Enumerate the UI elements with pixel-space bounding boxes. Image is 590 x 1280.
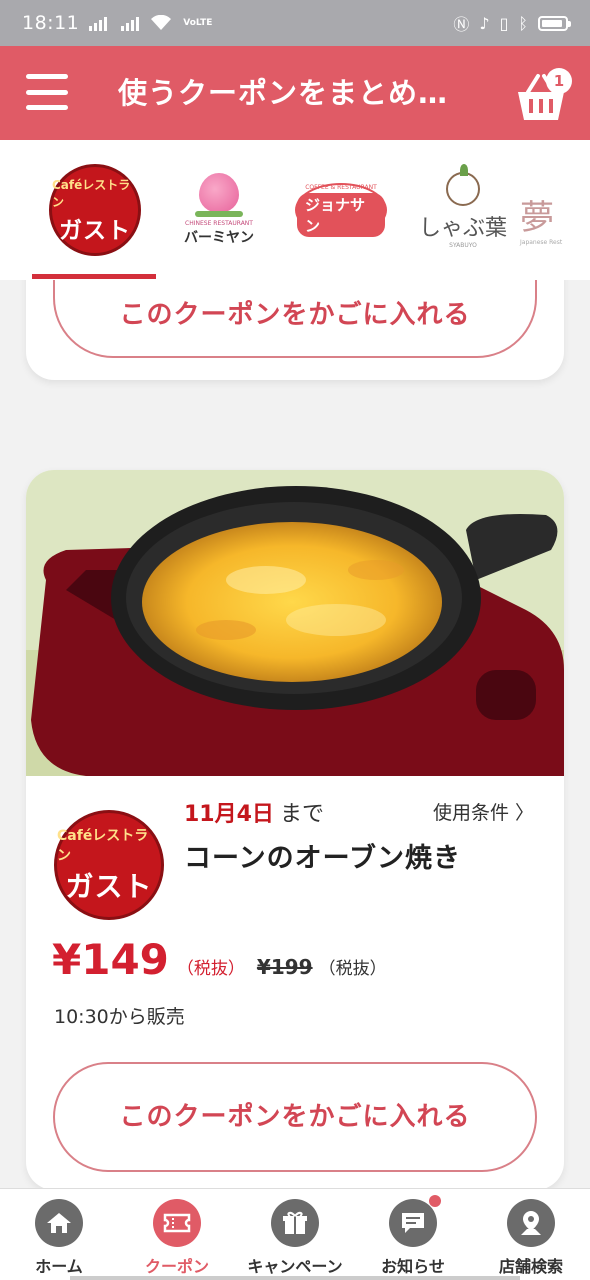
nav-label: お知らせ [381, 1257, 445, 1276]
brand-tab-yumeya[interactable]: 夢 Japanese Rest [520, 140, 590, 280]
status-right-icons: Ⓝ ♪ ▯ ᛒ [453, 11, 571, 35]
coupon-item-name: コーンのオーブン焼き [184, 843, 462, 874]
brand-name: 夢 [520, 198, 554, 238]
brand-sub-label: CHINESE RESTAURANT [185, 220, 253, 227]
nav-store-search[interactable]: 店舗検索 [472, 1189, 590, 1280]
map-pin-icon [507, 1199, 555, 1247]
coupon-food-image [26, 470, 564, 776]
brand-tab-jonathan[interactable]: COFFEE & RESTAURANT ジョナサン [282, 140, 400, 280]
brand-tab-bamiyan[interactable]: CHINESE RESTAURANT バーミヤン [160, 140, 278, 280]
brand-name: しゃぶ葉 [418, 215, 507, 241]
message-icon [389, 1195, 441, 1247]
brand-tab-gust[interactable]: Caféレストラン ガスト [36, 140, 154, 280]
signal-icon [89, 15, 108, 31]
nav-home[interactable]: ホーム [0, 1189, 118, 1280]
deadline-date: 11月4日 [184, 802, 274, 827]
nfc-icon: Ⓝ [453, 15, 470, 34]
coupon-brand-logo: Caféレストラン ガスト [54, 810, 164, 920]
brand-sub-label: COFFEE & RESTAURANT [305, 183, 377, 191]
cart-button[interactable]: 1 [514, 68, 574, 124]
signal-icon-2 [121, 15, 140, 31]
nav-label: 店舗検索 [498, 1257, 563, 1276]
home-icon [35, 1199, 83, 1247]
nav-campaign[interactable]: キャンペーン [236, 1189, 354, 1280]
shabuyo-logo: しゃぶ葉 SYABUYO [418, 163, 507, 249]
add-to-cart-button[interactable]: このクーポンをかごに入れる [53, 280, 537, 358]
wifi-icon [151, 15, 172, 30]
vibrate-icon: ▯ [499, 13, 509, 33]
brand-name: ジョナサン [297, 192, 385, 237]
status-bar: 18:11 VoLTE Ⓝ ♪ ▯ ᛒ [0, 0, 590, 46]
tab-active-indicator [32, 274, 156, 279]
bluetooth-icon: ᛒ [518, 13, 528, 33]
add-to-cart-button[interactable]: このクーポンをかごに入れる [53, 1062, 537, 1172]
brand-cafe-label: Caféレストラン [52, 177, 131, 209]
jonathan-logo: COFFEE & RESTAURANT ジョナサン [295, 183, 387, 237]
gift-icon [271, 1199, 319, 1247]
vegetable-icon [445, 163, 480, 206]
menu-icon[interactable] [26, 74, 68, 110]
original-price: ¥199 [256, 955, 313, 979]
ticket-icon [153, 1199, 201, 1247]
nav-label: ホーム [35, 1257, 83, 1276]
unread-dot [429, 1195, 441, 1207]
brand-name: ガスト [59, 217, 131, 244]
bamiyan-logo: CHINESE RESTAURANT バーミヤン [184, 173, 254, 247]
nav-coupon[interactable]: クーポン [118, 1189, 236, 1280]
brand-tab-shabuyo[interactable]: しゃぶ葉 SYABUYO [404, 140, 522, 280]
app-header: 使うクーポンをまとめ… 1 [0, 46, 590, 140]
brand-name: ガスト [65, 870, 153, 903]
cart-count-badge: 1 [546, 68, 572, 94]
brand-cafe-label: Caféレストラン [57, 828, 149, 864]
nav-label: クーポン [144, 1257, 209, 1276]
page-title: 使うクーポンをまとめ… [118, 76, 449, 110]
original-tax-label: （税抜） [318, 959, 387, 979]
coupon-card: このクーポンをかごに入れる [26, 280, 564, 380]
gust-logo: Caféレストラン ガスト [49, 164, 141, 256]
coupon-list[interactable]: このクーポンをかごに入れる Caféレストラン ガスト 11月4日 まで 使用条… [0, 280, 590, 1188]
coupon-card: Caféレストラン ガスト 11月4日 まで 使用条件 〉 コーンのオーブン焼き … [26, 470, 564, 1188]
battery-icon [538, 15, 571, 31]
home-indicator [70, 1276, 520, 1280]
brand-tabs: Caféレストラン ガスト CHINESE RESTAURANT バーミヤン C… [0, 140, 590, 280]
deadline-suffix: まで [279, 802, 324, 827]
peach-icon [199, 173, 239, 213]
price-row: ¥149 （税抜） ¥199 （税抜） [52, 935, 387, 984]
price-tax-label: （税抜） [176, 959, 245, 979]
sale-time: 10:30から販売 [54, 1006, 185, 1028]
nav-news[interactable]: お知らせ [354, 1189, 472, 1280]
terms-link[interactable]: 使用条件 〉 [433, 798, 534, 825]
coupon-price: ¥149 [52, 935, 169, 984]
brand-name: バーミヤン [184, 230, 254, 246]
brand-sub-label: SYABUYO [449, 241, 477, 249]
mute-icon: ♪ [479, 13, 490, 33]
status-signal-icons: VoLTE [79, 15, 212, 31]
bottom-nav: ホーム クーポン キャンペーン お知らせ 店舗検索 [0, 1188, 590, 1280]
coupon-deadline: 11月4日 まで [184, 796, 324, 828]
volte-badge: VoLTE [183, 17, 213, 28]
brand-sub-label: Japanese Rest [520, 239, 563, 246]
status-time: 18:11 [22, 12, 80, 34]
nav-label: キャンペーン [247, 1257, 343, 1276]
